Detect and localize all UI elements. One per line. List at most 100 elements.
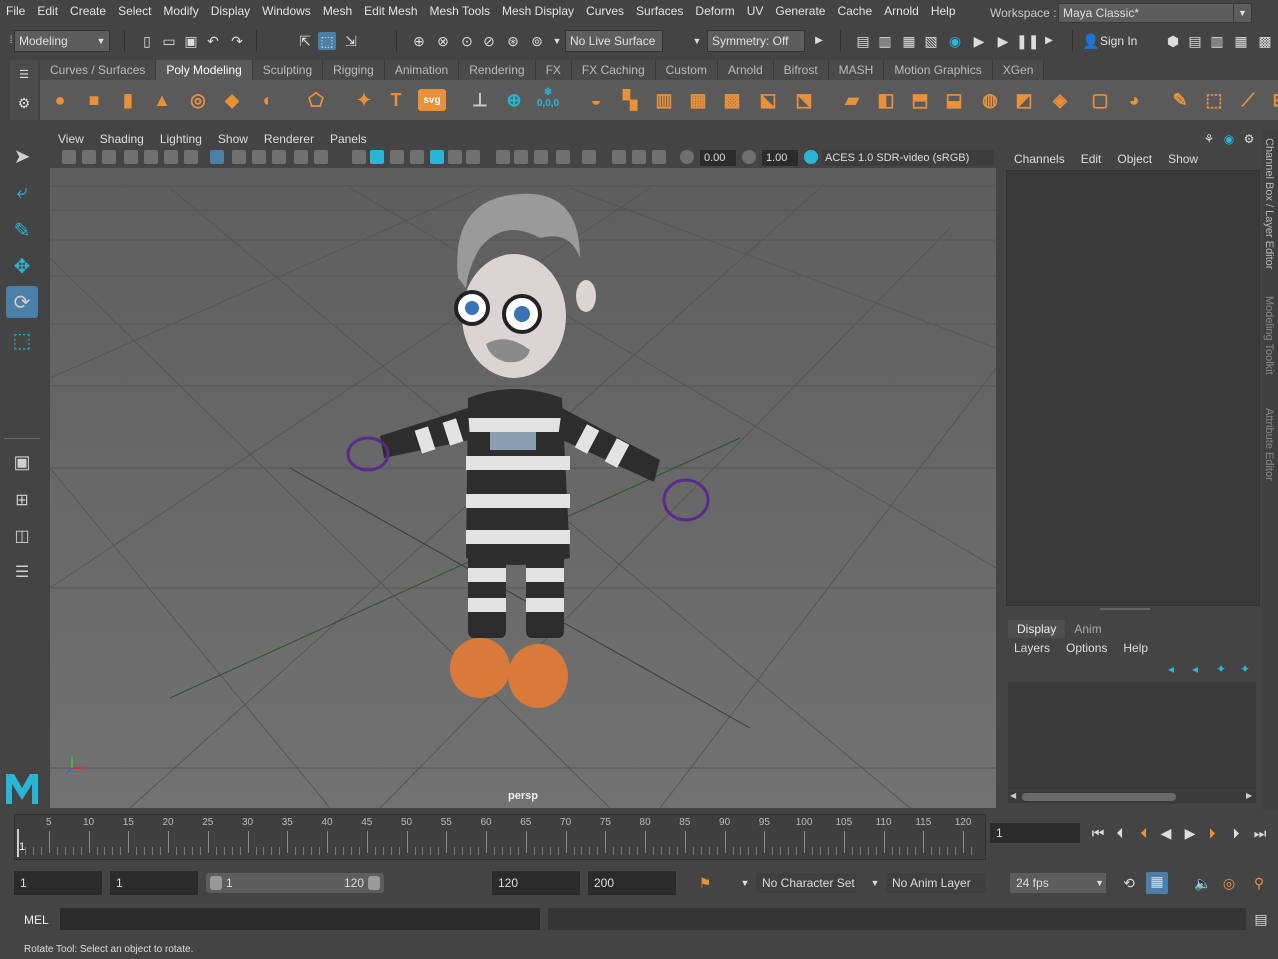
gamma-field[interactable]: 1.00 xyxy=(762,150,798,166)
uv-layout-icon[interactable]: ⊞ xyxy=(1266,86,1278,114)
tab-display[interactable]: Display xyxy=(1008,620,1066,638)
four-view-layout-icon[interactable]: ⊞ xyxy=(6,484,38,516)
select-object-icon[interactable]: ⬚ xyxy=(318,32,336,50)
tab-fx[interactable]: FX xyxy=(535,60,572,80)
tab-xgen[interactable]: XGen xyxy=(992,60,1045,80)
step-back-frame-icon[interactable]: ⏴ xyxy=(1110,823,1130,843)
xray-joints-icon[interactable] xyxy=(632,150,646,164)
cache-playback-icon[interactable]: ▦ xyxy=(1146,872,1168,894)
resolution-gate-icon[interactable] xyxy=(232,150,246,164)
channel-menu-edit[interactable]: Edit xyxy=(1073,150,1110,168)
bevel-icon[interactable]: ◧ xyxy=(872,86,900,114)
tab-animation[interactable]: Animation xyxy=(384,60,460,80)
command-input[interactable] xyxy=(60,908,540,930)
bookmark-icon[interactable] xyxy=(102,150,116,164)
screen-space-ao-icon[interactable] xyxy=(496,150,510,164)
reset-transform-icon[interactable]: ❄ 0,0,0 xyxy=(534,84,562,112)
film-gate-icon[interactable] xyxy=(210,150,224,164)
range-slider-start-handle[interactable] xyxy=(210,876,222,890)
play-backwards-icon[interactable]: ◀ xyxy=(1156,823,1176,843)
tab-bifrost[interactable]: Bifrost xyxy=(773,60,829,80)
range-slider[interactable]: 1 120 xyxy=(206,873,384,893)
chevron-down-icon[interactable]: ▼ xyxy=(688,32,706,50)
camera-attributes-icon[interactable] xyxy=(82,150,96,164)
tab-mash[interactable]: MASH xyxy=(828,60,885,80)
tool-settings-icon[interactable]: ▥ xyxy=(1208,32,1226,50)
modeling-toolkit-icon[interactable]: ⬢ xyxy=(1164,32,1182,50)
menu-deform[interactable]: Deform xyxy=(689,0,740,22)
tab-custom[interactable]: Custom xyxy=(655,60,718,80)
channel-menu-object[interactable]: Object xyxy=(1109,150,1160,168)
grease-pencil-icon[interactable] xyxy=(164,150,178,164)
measure-tool-icon[interactable]: ⊥ xyxy=(466,86,494,114)
color-space-select[interactable]: ACES 1.0 SDR-video (sRGB) xyxy=(822,150,994,166)
command-line-language[interactable]: MEL xyxy=(24,912,49,928)
paint-select-tool-icon[interactable]: ✎ xyxy=(6,214,38,246)
arnold-render-icon[interactable]: ▶ xyxy=(970,32,988,50)
new-empty-layer-icon[interactable]: ✦ xyxy=(1212,660,1230,678)
playback-end-field[interactable]: 120 xyxy=(492,871,580,895)
range-slider-end-handle[interactable] xyxy=(368,876,380,890)
playback-start-field[interactable]: 1 xyxy=(110,871,198,895)
poly-sphere-icon[interactable]: ● xyxy=(46,86,74,114)
character-set-select[interactable]: No Character Set xyxy=(756,873,856,893)
live-surface-select[interactable]: No Live Surface xyxy=(565,30,663,52)
default-material-icon[interactable] xyxy=(390,150,404,164)
save-scene-icon[interactable]: ▣ xyxy=(182,32,200,50)
super-shape-icon[interactable]: ✦ xyxy=(350,86,378,114)
menu-edit-mesh[interactable]: Edit Mesh xyxy=(358,0,423,22)
text-tool-icon[interactable]: T xyxy=(382,86,410,114)
tab-sculpting[interactable]: Sculpting xyxy=(252,60,324,80)
exposure-field[interactable]: 0.00 xyxy=(700,150,736,166)
menu-modify[interactable]: Modify xyxy=(157,0,204,22)
workspace-select[interactable]: Maya Classic* ▼ xyxy=(1058,3,1252,23)
menu-curves[interactable]: Curves xyxy=(580,0,630,22)
step-forward-key-icon[interactable]: ⏵ xyxy=(1202,823,1222,843)
textured-icon[interactable] xyxy=(430,150,444,164)
render-frame-icon[interactable]: ▥ xyxy=(876,32,894,50)
menu-create[interactable]: Create xyxy=(64,0,112,22)
tab-rendering[interactable]: Rendering xyxy=(459,60,536,80)
poly-plane-icon[interactable]: ◆ xyxy=(218,86,246,114)
auto-key-icon[interactable]: ⚑ xyxy=(696,874,714,892)
gate-mask-icon[interactable] xyxy=(252,150,266,164)
exposure-icon[interactable] xyxy=(680,150,694,164)
tab-poly-modeling[interactable]: Poly Modeling xyxy=(156,60,253,80)
chevron-right-icon[interactable]: ▶ xyxy=(810,32,828,50)
extrude-icon[interactable]: ▰ xyxy=(838,86,866,114)
depth-of-field-icon[interactable] xyxy=(556,150,570,164)
menu-display[interactable]: Display xyxy=(205,0,256,22)
snap-view-icon[interactable]: ⊘ xyxy=(480,32,498,50)
menu-mesh[interactable]: Mesh xyxy=(317,0,358,22)
panel-menu-shading[interactable]: Shading xyxy=(92,132,152,146)
anim-layer-select[interactable]: No Anim Layer xyxy=(886,873,986,893)
user-icon[interactable]: 👤 xyxy=(1082,32,1100,50)
single-perspective-layout-icon[interactable]: ▣ xyxy=(6,446,38,478)
open-scene-icon[interactable]: ▭ xyxy=(160,32,178,50)
pause-icon[interactable]: ❚❚ xyxy=(1016,32,1039,50)
lasso-tool-icon[interactable]: ⤶ xyxy=(6,176,38,208)
fill-hole-icon[interactable]: ⬒ xyxy=(906,86,934,114)
poly-cylinder-icon[interactable]: ▮ xyxy=(114,86,142,114)
running-man-icon[interactable]: ⚲ xyxy=(1250,874,1268,892)
select-component-icon[interactable]: ⇲ xyxy=(342,32,360,50)
motion-blur-icon[interactable] xyxy=(514,150,528,164)
move-layer-up-icon[interactable]: ◂ xyxy=(1162,660,1180,678)
tab-attribute-editor[interactable]: Attribute Editor xyxy=(1263,408,1275,481)
step-forward-frame-icon[interactable]: ⏵ xyxy=(1226,823,1246,843)
channel-menu-channels[interactable]: Channels xyxy=(1006,150,1073,168)
menu-set-select[interactable]: Modeling ▼ xyxy=(14,30,110,52)
tab-anim[interactable]: Anim xyxy=(1065,620,1111,638)
isolate-select-icon[interactable] xyxy=(582,150,596,164)
color-management-icon[interactable] xyxy=(804,150,818,164)
layer-menu-layers[interactable]: Layers xyxy=(1006,639,1058,657)
step-back-key-icon[interactable]: ⏴ xyxy=(1134,823,1154,843)
scroll-right-icon[interactable]: ▶ xyxy=(1246,791,1252,800)
poly-disc-icon[interactable]: ◐ xyxy=(254,86,282,114)
attribute-toggle-icon[interactable]: ◉ xyxy=(1220,130,1238,148)
xray-components-icon[interactable] xyxy=(652,150,666,164)
channel-box-area[interactable] xyxy=(1006,170,1260,606)
field-chart-icon[interactable] xyxy=(272,150,286,164)
mirror-icon[interactable]: ▥ xyxy=(650,86,678,114)
extract-icon[interactable]: ▩ xyxy=(718,86,746,114)
